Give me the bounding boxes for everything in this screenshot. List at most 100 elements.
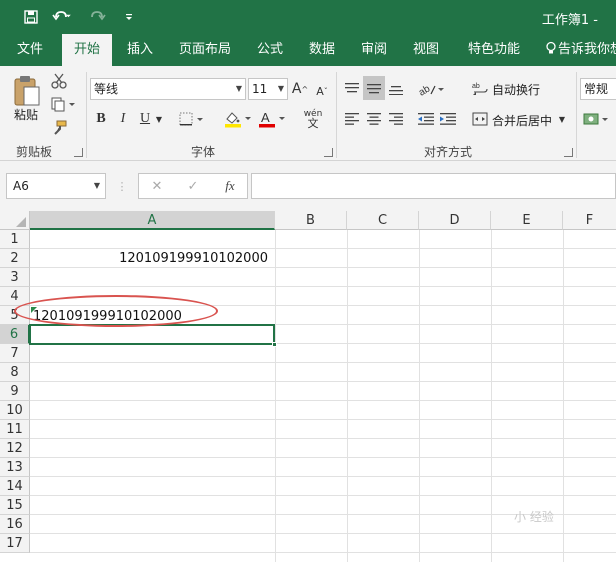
save-icon[interactable] [20,6,42,28]
align-center-icon[interactable] [364,109,384,129]
number-format-combo[interactable]: 常规 [580,78,616,100]
row-header[interactable]: 10 [0,401,30,420]
alignment-group-label: 对齐方式 [424,145,473,159]
font-launcher-icon[interactable] [324,148,333,157]
font-size-value: 11 [252,82,268,96]
column-header-b[interactable]: B [275,211,347,230]
tab-special-features[interactable]: 特色功能 [462,34,526,66]
undo-icon[interactable] [50,6,80,28]
row-header[interactable]: 16 [0,515,30,534]
copy-icon[interactable] [48,94,78,114]
ribbon: 粘贴 剪贴板 等线 ▼ 11 ▼ A ^ Aˇ B I U ▼ A wén 文 字… [0,66,616,161]
decrease-font-label: A [316,84,324,98]
align-right-icon[interactable] [386,109,406,129]
wrap-text-icon[interactable]: ab [470,78,490,100]
insert-function-icon[interactable]: fx [219,176,241,196]
tab-data[interactable]: 数据 [300,34,344,66]
column-header-d[interactable]: D [419,211,491,230]
cut-icon[interactable] [48,71,70,91]
row-header[interactable]: 13 [0,458,30,477]
accounting-format-icon[interactable] [582,110,612,130]
chevron-down-icon: ▼ [235,84,242,93]
customize-qat-icon[interactable] [122,6,136,28]
caret-down-icon: ˇ [323,86,328,96]
decrease-indent-icon[interactable] [416,109,436,129]
tab-insert[interactable]: 插入 [118,34,162,66]
increase-font-size-button[interactable]: A ^ [292,79,308,99]
increase-indent-icon[interactable] [438,109,458,129]
font-name-combo[interactable]: 等线 ▼ [90,78,246,100]
paste-label[interactable]: 粘贴 [14,106,38,123]
wrap-text-label[interactable]: 自动换行 [492,81,540,98]
fill-handle[interactable] [272,342,277,347]
tab-home[interactable]: 开始 [62,34,112,66]
decrease-font-size-button[interactable]: Aˇ [314,81,330,101]
underline-button[interactable]: U [137,109,153,129]
document-title: 工作簿1 - [541,13,598,28]
svg-text:ab: ab [472,83,480,90]
column-gridline [347,230,348,562]
font-color-icon[interactable]: A [256,108,290,130]
row-gridline [30,552,616,553]
font-size-combo[interactable]: 11 ▼ [248,78,288,100]
column-header-c[interactable]: C [347,211,419,230]
row-gridline [30,476,616,477]
more-options-icon: ⋮ [116,179,128,193]
fill-color-icon[interactable] [222,108,256,130]
paste-icon[interactable] [10,72,44,110]
active-cell-a6[interactable] [29,324,275,345]
row-gridline [30,438,616,439]
cancel-icon[interactable]: ✕ [147,176,167,196]
border-icon[interactable] [178,109,206,129]
select-all-corner[interactable] [0,211,30,230]
chevron-down-icon[interactable]: ▼ [153,109,165,129]
tab-page-layout[interactable]: 页面布局 [172,34,238,66]
formula-bar: A6 ▼ ⋮ ✕ ✓ fx [0,161,616,211]
merge-center-icon[interactable] [470,109,490,129]
annotation-oval [14,295,218,327]
tell-me-search[interactable]: 告诉我你想 [544,34,616,66]
bold-button[interactable]: B [93,109,109,129]
spreadsheet-grid[interactable]: A B C D E F 1 2 3 4 5 6 7 8 9 10 11 12 1… [0,211,616,562]
chevron-down-icon[interactable]: ▼ [556,111,568,127]
row-header[interactable]: 7 [0,344,30,363]
row-header[interactable]: 14 [0,477,30,496]
clipboard-launcher-icon[interactable] [74,148,83,157]
row-header[interactable]: 1 [0,230,30,249]
phonetic-guide-button[interactable]: wén 文 [298,106,328,132]
ribbon-tabs: 文件 开始 插入 页面布局 公式 数据 审阅 视图 特色功能 告诉我你想 [0,34,616,66]
align-middle-icon[interactable] [363,76,385,100]
enter-icon[interactable]: ✓ [183,176,203,196]
tab-file[interactable]: 文件 [6,34,54,66]
redo-icon[interactable] [86,6,116,28]
cell-a2[interactable]: 120109199910102000 [30,249,268,268]
row-header[interactable]: 17 [0,534,30,553]
row-gridline [30,457,616,458]
align-bottom-icon[interactable] [386,78,406,100]
row-header[interactable]: 2 [0,249,30,268]
column-header-f[interactable]: F [563,211,616,230]
row-header[interactable]: 6 [0,325,30,344]
row-header[interactable]: 11 [0,420,30,439]
row-header[interactable]: 12 [0,439,30,458]
row-header[interactable]: 15 [0,496,30,515]
align-left-icon[interactable] [342,109,362,129]
row-header[interactable]: 8 [0,363,30,382]
orientation-icon[interactable]: ab [416,78,446,100]
column-header-a[interactable]: A [30,211,275,230]
format-painter-icon[interactable] [48,118,70,138]
row-header[interactable]: 3 [0,268,30,287]
formula-actions: ✕ ✓ fx [138,173,248,199]
italic-button[interactable]: I [115,109,131,129]
column-header-e[interactable]: E [491,211,563,230]
alignment-launcher-icon[interactable] [564,148,573,157]
row-header[interactable]: 9 [0,382,30,401]
tab-formulas[interactable]: 公式 [248,34,292,66]
name-box[interactable]: A6 ▼ [6,173,106,199]
tab-view[interactable]: 视图 [404,34,448,66]
formula-input[interactable] [251,173,616,199]
row-gridline [30,419,616,420]
tab-review[interactable]: 审阅 [352,34,396,66]
align-top-icon[interactable] [342,78,362,100]
merge-center-label[interactable]: 合并后居中 [492,112,552,129]
